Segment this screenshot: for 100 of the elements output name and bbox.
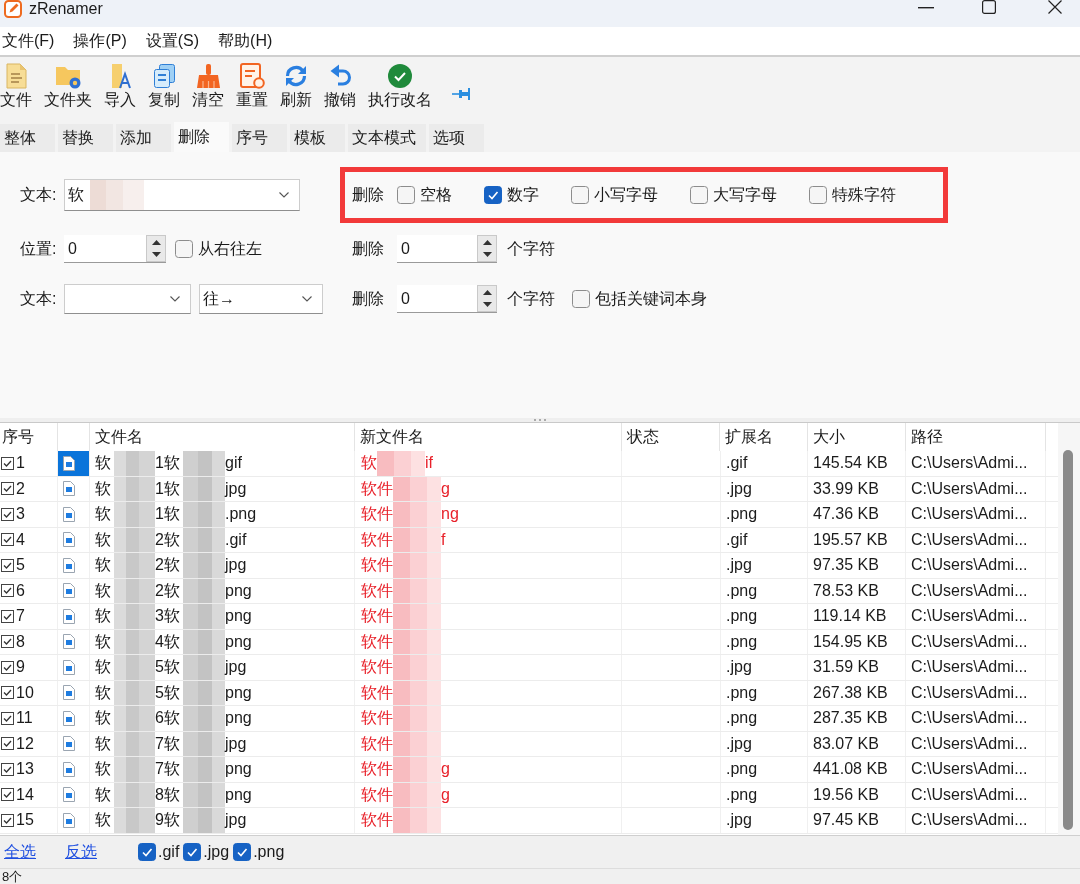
spin-field[interactable]: 0 <box>64 235 166 263</box>
file-name-text: png <box>225 682 252 703</box>
caret-up-icon[interactable] <box>482 289 492 295</box>
tab[interactable]: 模板 <box>290 124 345 152</box>
pixelation-block <box>183 808 225 833</box>
file-name-text: jpg <box>225 733 247 754</box>
file-name-text: 软 <box>95 708 111 728</box>
tab[interactable]: 添加 <box>116 124 171 152</box>
spin-buttons[interactable] <box>477 235 497 262</box>
spin-buttons[interactable] <box>146 235 166 262</box>
toolbar-button[interactable]: 撤销 <box>324 63 356 111</box>
file-name-text: png <box>225 784 252 805</box>
column-header[interactable]: 序号 <box>0 423 58 451</box>
menu-item[interactable]: 设置(S) <box>145 30 200 52</box>
undo-icon <box>329 63 351 89</box>
file-icon <box>63 710 75 726</box>
caret-down-icon[interactable] <box>482 252 492 258</box>
tab[interactable]: 替换 <box>58 124 113 152</box>
pixelation-block <box>183 553 225 578</box>
tab[interactable]: 序号 <box>232 124 287 152</box>
column-header[interactable]: 状态 <box>622 423 720 451</box>
toolbar-button[interactable]: 清空 <box>192 63 224 111</box>
minimize-icon[interactable] <box>918 7 934 9</box>
checkbox[interactable] <box>571 186 589 204</box>
row-checkbox[interactable] <box>1 737 14 751</box>
direction-combobox[interactable]: 往→ <box>199 284 323 314</box>
row-checkbox[interactable] <box>1 533 14 547</box>
row-checkbox[interactable] <box>1 788 14 802</box>
checkbox[interactable] <box>175 240 193 258</box>
scrollbar-track[interactable] <box>1058 423 1080 835</box>
close-icon[interactable] <box>1048 0 1062 14</box>
pixelation-block <box>114 808 155 833</box>
checkbox[interactable] <box>572 290 590 308</box>
table-cell-text: .gif <box>726 453 748 473</box>
checkbox-label: .jpg <box>203 843 230 861</box>
row-checkbox[interactable] <box>1 482 14 496</box>
spin-field[interactable]: 0 <box>397 235 497 263</box>
spin-buttons[interactable] <box>477 285 497 312</box>
checkbox[interactable] <box>484 186 502 204</box>
caret-down-icon[interactable] <box>482 302 492 308</box>
row-checkbox[interactable] <box>1 456 14 470</box>
toolbar-button[interactable]: 重置 <box>236 63 268 111</box>
pixelation-block <box>114 782 155 807</box>
row-checkbox[interactable] <box>1 558 14 572</box>
checkbox[interactable] <box>397 186 415 204</box>
row-checkbox[interactable] <box>1 507 14 521</box>
row-checkbox[interactable] <box>1 609 14 623</box>
chevron-down-icon[interactable] <box>279 192 289 198</box>
checkbox[interactable] <box>183 843 202 861</box>
toolbar-button[interactable]: 刷新 <box>280 63 312 111</box>
text-link[interactable]: 反选 <box>65 841 97 863</box>
row-checkbox[interactable] <box>1 584 14 598</box>
tab[interactable]: 文本模式 <box>348 124 426 152</box>
checkbox[interactable] <box>809 186 827 204</box>
caret-down-icon[interactable] <box>151 252 161 258</box>
column-header[interactable]: 大小 <box>808 423 906 451</box>
checkbox[interactable] <box>690 186 708 204</box>
file-name-text: jpg <box>225 810 247 830</box>
column-header[interactable]: 扩展名 <box>720 423 808 451</box>
row-checkbox[interactable] <box>1 762 14 776</box>
menu-item[interactable]: 操作(P) <box>73 30 127 52</box>
tab[interactable]: 选项 <box>429 124 484 152</box>
chevron-down-icon[interactable] <box>302 296 312 302</box>
row-checkbox[interactable] <box>1 686 14 700</box>
toolbar-button[interactable]: 导入 <box>104 63 136 111</box>
chevron-down-icon[interactable] <box>170 296 180 302</box>
tab[interactable]: 删除 <box>174 122 229 152</box>
status-text: 8个 <box>2 869 23 884</box>
text-combobox[interactable]: 软 <box>64 179 300 211</box>
tab[interactable]: 整体 <box>0 124 55 152</box>
file-name-text: 6软 <box>155 708 180 728</box>
pixelation-block <box>183 578 225 603</box>
row-checkbox[interactable] <box>1 711 14 725</box>
row-checkbox[interactable] <box>1 660 14 674</box>
menu-item[interactable]: 文件(F) <box>2 30 55 52</box>
new-name-text: 软件 <box>361 580 393 601</box>
broom-icon <box>196 63 220 89</box>
text-link[interactable]: 全选 <box>4 841 36 863</box>
maximize-icon[interactable] <box>982 0 996 14</box>
column-header[interactable]: 路径 <box>906 423 1046 451</box>
pixelation-block <box>183 655 225 680</box>
icon-cell[interactable] <box>58 451 90 476</box>
spin-field[interactable]: 0 <box>397 285 497 313</box>
file-name-text: 2软 <box>155 529 180 550</box>
toolbar-button[interactable]: 文件 <box>0 63 32 111</box>
toolbar-button[interactable]: 执行改名 <box>368 63 432 111</box>
pin-icon[interactable] <box>452 88 470 100</box>
row-checkbox[interactable] <box>1 813 14 827</box>
toolbar-button[interactable]: 文件夹 <box>44 63 92 111</box>
row-checkbox[interactable] <box>1 635 14 649</box>
new-name-text: 软件 <box>361 606 393 626</box>
text-combobox[interactable] <box>64 284 191 314</box>
checkbox[interactable] <box>138 843 156 861</box>
caret-up-icon[interactable] <box>151 239 161 245</box>
checkbox[interactable] <box>233 843 252 861</box>
menu-item[interactable]: 帮助(H) <box>218 30 273 52</box>
toolbar-button[interactable]: 复制 <box>148 63 180 111</box>
caret-up-icon[interactable] <box>482 239 492 245</box>
scrollbar-thumb[interactable] <box>1063 450 1073 830</box>
file-name-text: 2软 <box>155 580 180 601</box>
